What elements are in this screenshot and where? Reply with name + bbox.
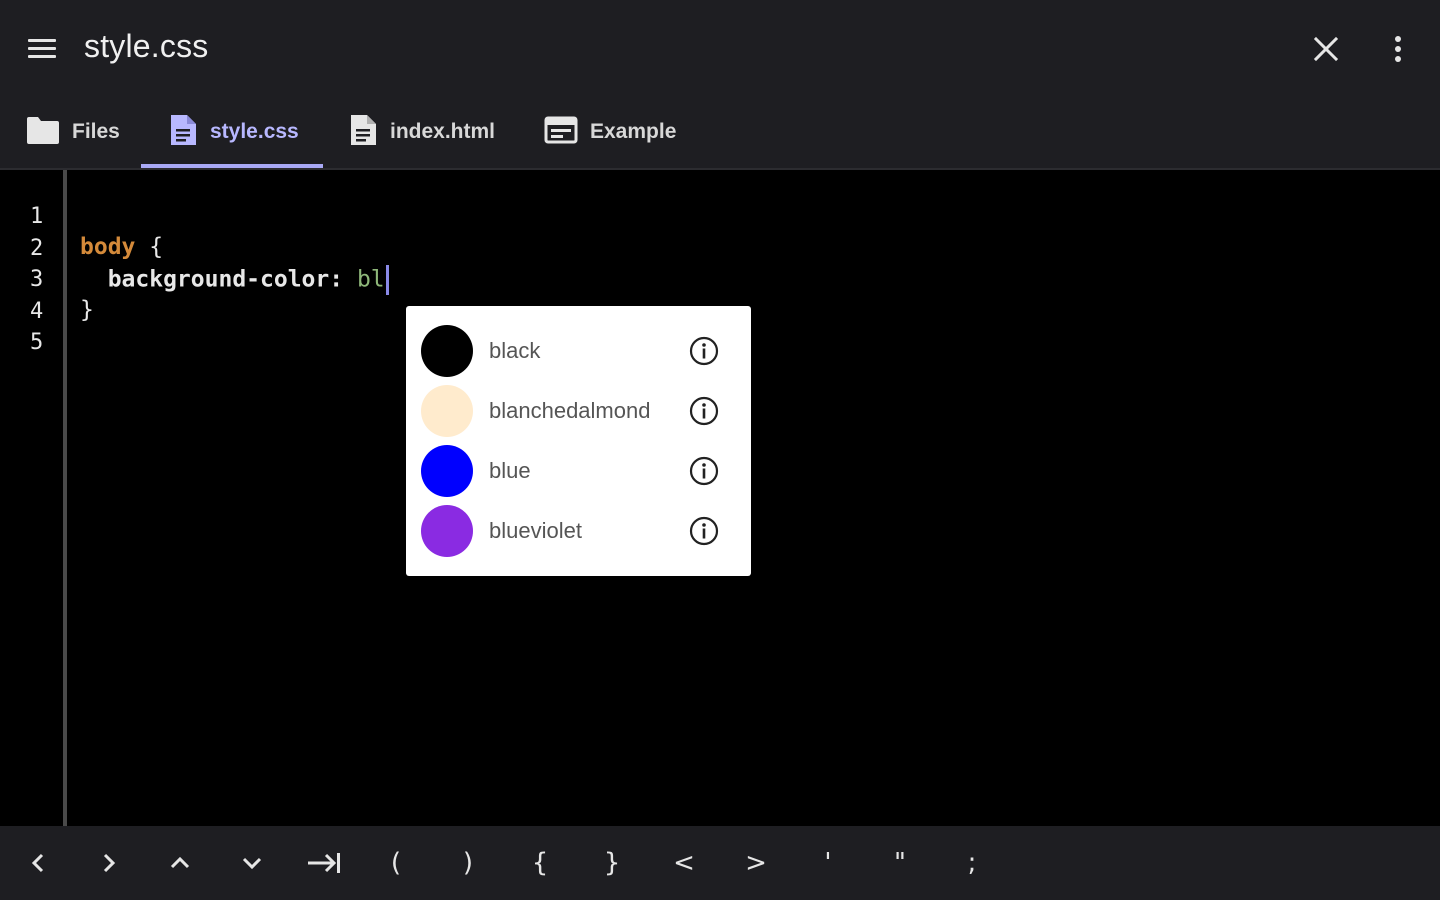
tab-files-label: Files — [72, 120, 120, 143]
line-number: 5 — [30, 330, 44, 355]
key-up-arrow[interactable] — [144, 826, 216, 900]
tab-example-label: Example — [590, 120, 677, 143]
suggestion-item-blanchedalmond[interactable]: blanchedalmond — [406, 381, 751, 441]
line-number: 1 — [30, 204, 44, 229]
suggestion-label: blue — [489, 458, 531, 483]
close-icon[interactable] — [1306, 29, 1346, 69]
tab-bar: Files style.css index.html Example — [0, 96, 1440, 170]
text-cursor — [385, 265, 389, 295]
tab-style-css-label: style.css — [210, 120, 299, 143]
code-line-2: body { — [80, 234, 163, 260]
line-number: 3 — [30, 267, 44, 292]
key-open-brace[interactable]: { — [504, 826, 576, 900]
line-number: 4 — [30, 299, 44, 324]
color-swatch — [421, 505, 473, 557]
key-greater-than[interactable]: > — [720, 826, 792, 900]
key-tab[interactable] — [288, 826, 360, 900]
tab-index-html[interactable]: index.html — [348, 96, 495, 168]
suggestion-item-blue[interactable]: blue — [406, 441, 751, 501]
color-swatch — [421, 325, 473, 377]
key-double-quote[interactable]: " — [864, 826, 936, 900]
key-less-than[interactable]: < — [648, 826, 720, 900]
tab-example[interactable]: Example — [544, 96, 676, 168]
key-open-paren[interactable]: ( — [360, 826, 432, 900]
suggestion-label: blueviolet — [489, 518, 582, 543]
tab-index-html-label: index.html — [390, 120, 496, 143]
close-brace: } — [80, 297, 94, 323]
info-icon[interactable] — [689, 336, 719, 366]
key-single-quote[interactable]: ' — [792, 826, 864, 900]
browser-window-icon — [544, 116, 578, 149]
line-number-gutter: 1 2 3 4 5 — [0, 170, 64, 826]
css-value-partial: bl — [343, 266, 385, 293]
document-icon — [168, 114, 198, 151]
suggestion-label: blanchedalmond — [489, 398, 651, 423]
autocomplete-popup: black blanchedalmond blue blueviolet — [406, 306, 751, 576]
page-title: style.css — [84, 28, 209, 64]
code-line-3: background-color: bl — [80, 265, 389, 295]
folder-icon — [26, 115, 60, 150]
open-brace: { — [135, 234, 164, 260]
color-swatch — [421, 385, 473, 437]
css-selector: body — [80, 234, 136, 260]
tab-style-css[interactable]: style.css — [168, 96, 299, 168]
app-bar: style.css — [0, 0, 1440, 96]
key-close-paren[interactable]: ) — [432, 826, 504, 900]
css-property: background-color: — [80, 266, 344, 293]
info-icon[interactable] — [689, 396, 719, 426]
more-vert-icon[interactable] — [1378, 29, 1418, 69]
suggestion-label: black — [489, 338, 541, 363]
suggestion-item-black[interactable]: black — [406, 321, 751, 381]
key-right-arrow[interactable] — [73, 826, 145, 900]
info-icon[interactable] — [689, 516, 719, 546]
info-icon[interactable] — [689, 456, 719, 486]
suggestion-item-blueviolet[interactable]: blueviolet — [406, 501, 751, 561]
extra-keys-bar: ( ) { } < > ' " ; — [0, 826, 1440, 900]
menu-icon[interactable] — [22, 30, 62, 70]
tab-files[interactable]: Files — [26, 96, 120, 168]
key-semicolon[interactable]: ; — [936, 826, 1008, 900]
gutter-divider — [63, 170, 67, 826]
active-tab-indicator — [141, 164, 323, 168]
key-left-arrow[interactable] — [2, 826, 74, 900]
document-icon — [348, 114, 378, 151]
code-line-4: } — [80, 297, 94, 323]
key-down-arrow[interactable] — [216, 826, 288, 900]
color-swatch — [421, 445, 473, 497]
key-close-brace[interactable]: } — [576, 826, 648, 900]
line-number: 2 — [30, 236, 44, 261]
